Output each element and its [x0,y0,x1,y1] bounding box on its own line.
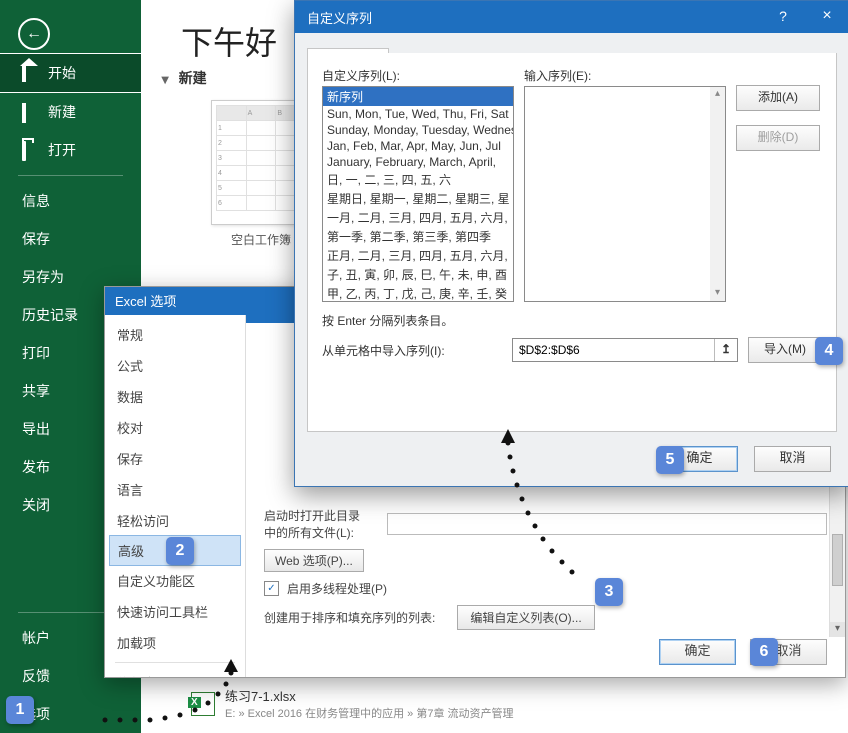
list-item[interactable]: 子, 丑, 寅, 卯, 辰, 巳, 午, 未, 申, 酉 [323,265,513,284]
new-section-header[interactable]: ▶ 新建 [161,68,207,88]
range-picker-icon[interactable]: ↥ [714,339,737,361]
folder-icon [22,143,36,157]
options-nav-general[interactable]: 常规 [105,319,245,350]
options-ok-button[interactable]: 确定 [659,639,736,665]
options-nav-save[interactable]: 保存 [105,443,245,474]
custom-lists-label: 自定义序列(L): [322,67,514,84]
delete-button[interactable]: 删除(D) [736,125,820,151]
list-item[interactable]: 一月, 二月, 三月, 四月, 五月, 六月, [323,208,513,227]
create-list-label: 创建用于排序和填充序列的列表: [264,609,435,626]
import-from-cells-label: 从单元格中导入序列(I): [322,342,502,359]
sidebar-item-new[interactable]: 新建 [0,93,141,131]
scroll-down-icon[interactable]: ▾ [710,286,725,301]
import-range-input[interactable] [513,339,714,361]
scroll-thumb[interactable] [832,534,843,586]
list-item[interactable]: Jan, Feb, Mar, Apr, May, Jun, Jul [323,138,513,154]
options-nav-language[interactable]: 语言 [105,474,245,505]
back-icon[interactable]: ← [18,18,50,50]
greeting-title: 下午好 [181,18,277,64]
step-badge-3: 3 [595,578,623,606]
startup-dir-input[interactable] [387,513,827,535]
options-nav-data[interactable]: 数据 [105,381,245,412]
enter-hint-label: 按 Enter 分隔列表条目。 [322,312,822,329]
step-badge-1: 1 [6,696,34,724]
entries-scrollbar[interactable]: ▴ ▾ [710,87,725,301]
import-button[interactable]: 导入(M) [748,337,822,363]
sidebar-item-open[interactable]: 打开 [0,131,141,169]
step-badge-4: 4 [815,337,843,365]
sidebar-item-save[interactable]: 保存 [0,220,141,258]
list-item[interactable]: 日, 一, 二, 三, 四, 五, 六 [323,170,513,189]
sidebar-item-home[interactable]: 开始 [0,53,141,93]
home-icon [22,66,36,80]
sidebar-item-label: 打开 [48,140,76,160]
recent-file-row[interactable]: 练习7-1.xlsx E: » Excel 2016 在财务管理中的应用 » 第… [191,686,514,721]
multithread-label: 启用多线程处理(P) [287,580,387,597]
list-item[interactable]: Sunday, Monday, Tuesday, Wednesday [323,122,513,138]
options-nav: 常规 公式 数据 校对 保存 语言 轻松访问 高级 自定义功能区 快速访问工具栏… [105,315,246,677]
options-nav-ease[interactable]: 轻松访问 [105,505,245,536]
recent-file-name: 练习7-1.xlsx [225,686,514,705]
list-item[interactable]: 正月, 二月, 三月, 四月, 五月, 六月, [323,246,513,265]
edit-custom-lists-button[interactable]: 编辑自定义列表(O)... [457,605,594,630]
list-item[interactable]: Sun, Mon, Tue, Wed, Thu, Fri, Sat [323,106,513,122]
import-range-refedit[interactable]: ↥ [512,338,738,362]
custom-lists-dialog: 自定义序列 ? × 自定义序列 自定义序列(L): 新序列 Sun, Mon, … [294,0,848,487]
close-icon[interactable]: × [805,1,848,33]
custom-lists-listbox[interactable]: 新序列 Sun, Mon, Tue, Wed, Thu, Fri, Sat Su… [322,86,514,302]
list-entries-label: 输入序列(E): [524,67,726,84]
list-item[interactable]: 甲, 乙, 丙, 丁, 戊, 己, 庚, 辛, 壬, 癸 [323,284,513,302]
scroll-up-icon[interactable]: ▴ [710,87,725,102]
multithread-checkbox[interactable]: ✓ [264,581,279,596]
help-icon[interactable]: ? [761,1,805,33]
recent-file-path: E: » Excel 2016 在财务管理中的应用 » 第7章 流动资产管理 [225,705,514,721]
list-item[interactable]: 星期日, 星期一, 星期二, 星期三, 星 [323,189,513,208]
list-item[interactable]: January, February, March, April, [323,154,513,170]
startup-dir-label: 启动时打开此目录 中的所有文件(L): [264,507,379,541]
options-nav-trust[interactable]: 信任中心 [105,667,245,677]
excel-file-icon [191,692,215,716]
step-badge-6: 6 [750,638,778,666]
options-nav-ribbon[interactable]: 自定义功能区 [105,565,245,596]
options-nav-proofing[interactable]: 校对 [105,412,245,443]
custom-lists-cancel-button[interactable]: 取消 [754,446,831,472]
list-item[interactable]: 新序列 [323,87,513,106]
step-badge-2: 2 [166,537,194,565]
step-badge-5: 5 [656,446,684,474]
options-nav-formulas[interactable]: 公式 [105,350,245,381]
options-nav-qat[interactable]: 快速访问工具栏 [105,596,245,627]
add-button[interactable]: 添加(A) [736,85,820,111]
sidebar-item-label: 新建 [48,102,76,122]
doc-icon [22,105,36,119]
chevron-down-icon: ▶ [159,77,170,85]
custom-lists-title: 自定义序列 [307,8,372,27]
options-nav-addins[interactable]: 加载项 [105,627,245,658]
list-entries-textarea[interactable]: ▴ ▾ [524,86,726,302]
web-options-button[interactable]: Web 选项(P)... [264,549,364,572]
sidebar-item-label: 开始 [48,63,76,83]
sidebar-item-info[interactable]: 信息 [0,182,141,220]
list-item[interactable]: 第一季, 第二季, 第三季, 第四季 [323,227,513,246]
custom-lists-titlebar[interactable]: 自定义序列 ? × [295,1,848,33]
scroll-down-icon[interactable]: ▾ [830,622,845,637]
